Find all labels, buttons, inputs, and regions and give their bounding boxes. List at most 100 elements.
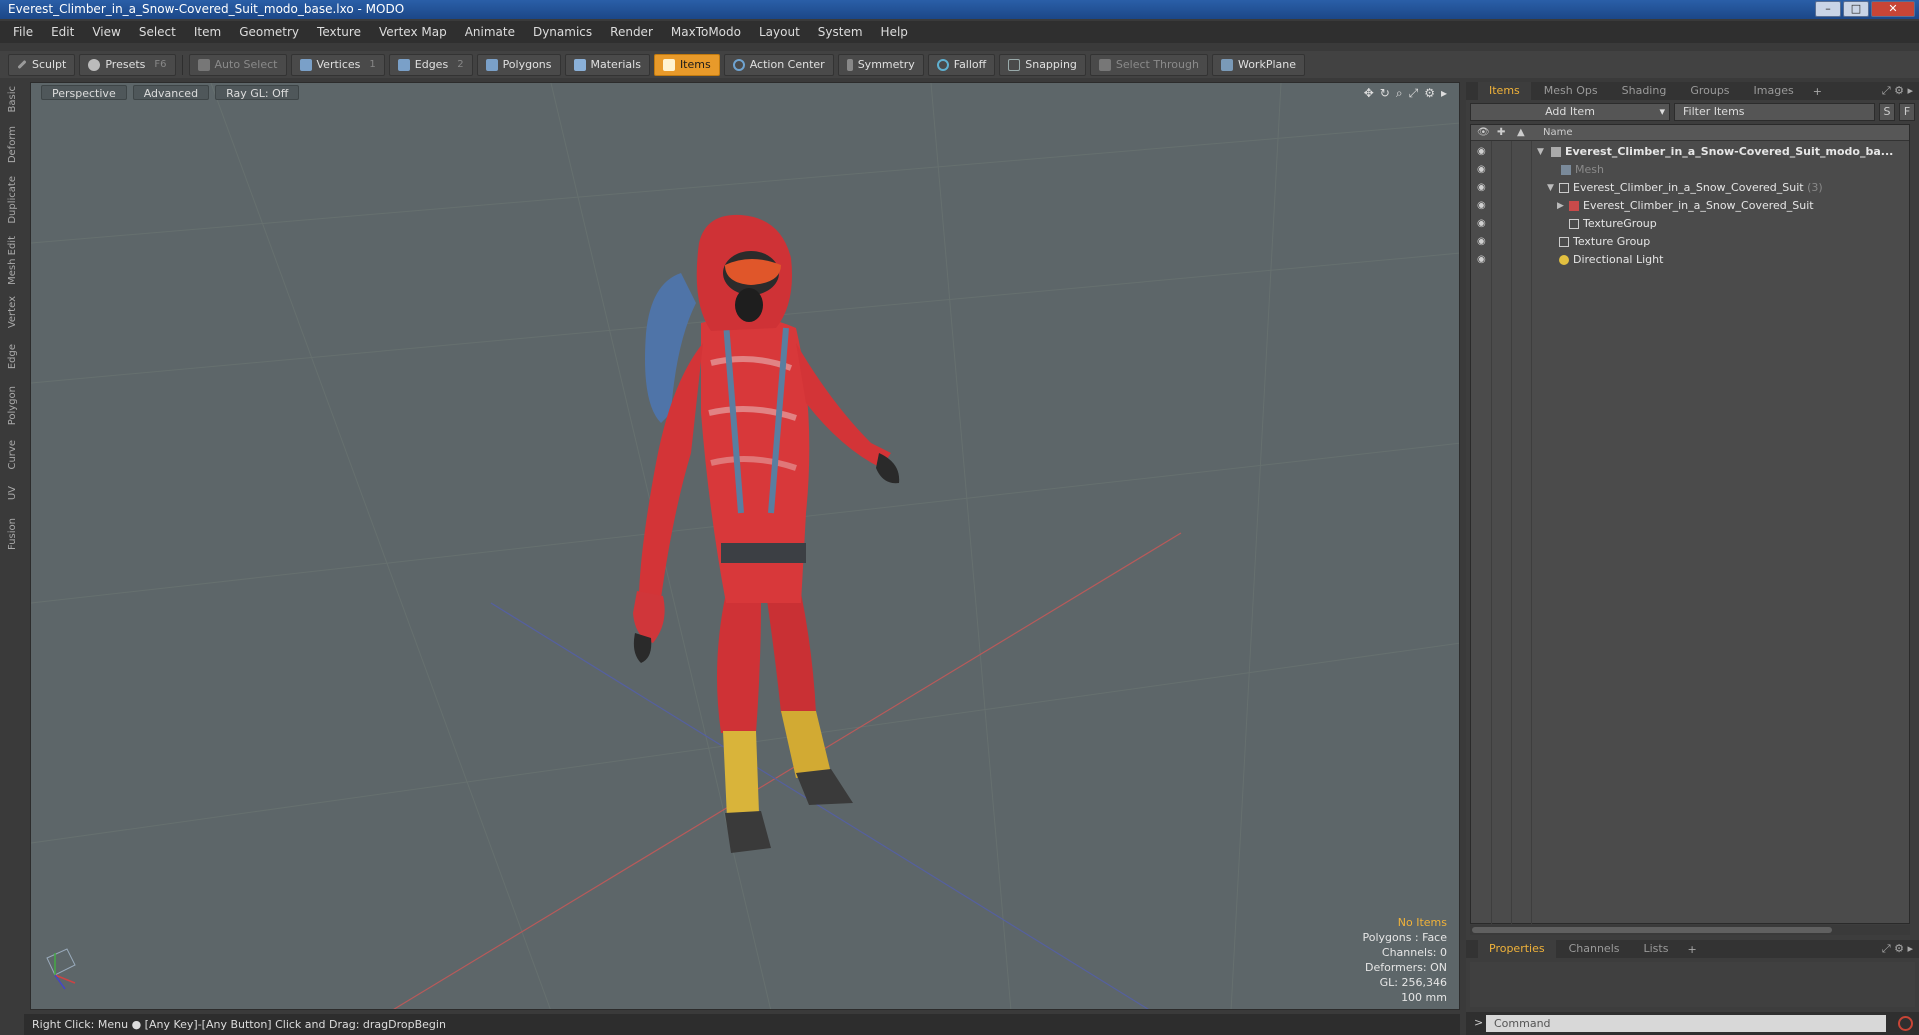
visibility-column-icon[interactable]: 👁	[1477, 125, 1490, 141]
tab-properties[interactable]: Properties	[1478, 940, 1556, 958]
zoom-icon[interactable]: ⌕	[1396, 86, 1403, 101]
list-item-group[interactable]: ◉ ▼ Everest_Climber_in_a_Snow_Covered_Su…	[1471, 179, 1909, 197]
menu-vertex-map[interactable]: Vertex Map	[370, 25, 456, 39]
visibility-eye-icon[interactable]: ◉	[1477, 143, 1486, 161]
tab-items[interactable]: Items	[1478, 82, 1531, 100]
vertices-icon	[299, 58, 312, 71]
menu-view[interactable]: View	[83, 25, 129, 39]
window-title: Everest_Climber_in_a_Snow-Covered_Suit_m…	[8, 2, 405, 16]
select-through-button[interactable]: Select Through	[1089, 53, 1208, 76]
3d-viewport[interactable]: Perspective Advanced Ray GL: Off ✥ ↻ ⌕ ⤢…	[30, 82, 1460, 1010]
menu-layout[interactable]: Layout	[750, 25, 809, 39]
menu-item[interactable]: Item	[185, 25, 230, 39]
tab-mesh-edit[interactable]: Mesh Edit	[0, 236, 24, 288]
symmetry-button[interactable]: Symmetry	[837, 53, 924, 76]
menu-system[interactable]: System	[809, 25, 872, 39]
menu-geometry[interactable]: Geometry	[230, 25, 308, 39]
tab-polygon[interactable]: Polygon	[0, 386, 24, 432]
tab-duplicate[interactable]: Duplicate	[0, 176, 24, 228]
materials-button[interactable]: Materials	[564, 53, 650, 76]
menu-edit[interactable]: Edit	[42, 25, 83, 39]
command-input[interactable]: Command	[1486, 1015, 1886, 1032]
visibility-eye-icon[interactable]: ◉	[1477, 161, 1486, 179]
add-item-dropdown[interactable]: Add Item ▾	[1470, 103, 1670, 121]
items-button[interactable]: Items	[653, 53, 720, 76]
filter-s-button[interactable]: S	[1879, 103, 1895, 121]
falloff-button[interactable]: Falloff	[927, 53, 996, 76]
maximize-viewport-icon[interactable]: ⤢	[1409, 86, 1419, 101]
tab-lists[interactable]: Lists	[1633, 940, 1680, 958]
minimize-button[interactable]: –	[1815, 1, 1841, 17]
shading-mode-dropdown[interactable]: Advanced	[132, 85, 210, 100]
polygons-button[interactable]: Polygons	[476, 53, 561, 76]
menu-help[interactable]: Help	[872, 25, 917, 39]
filter-items-input[interactable]: Filter Items	[1674, 103, 1875, 121]
list-item-mesh-child[interactable]: ◉ ▶ Everest_Climber_in_a_Snow_Covered_Su…	[1471, 197, 1909, 215]
rotate-icon[interactable]: ↻	[1380, 86, 1390, 101]
tab-channels[interactable]: Channels	[1558, 940, 1631, 958]
falloff-icon	[936, 58, 949, 71]
sculpt-button[interactable]: Sculpt	[8, 53, 76, 76]
tab-images[interactable]: Images	[1743, 82, 1805, 100]
presets-button[interactable]: Presets F6	[79, 53, 176, 76]
tab-mesh-ops[interactable]: Mesh Ops	[1533, 82, 1609, 100]
type-column-icon[interactable]: ▲	[1517, 125, 1525, 141]
viewport-menu-icon[interactable]: ▸	[1441, 86, 1447, 101]
visibility-eye-icon[interactable]: ◉	[1477, 179, 1486, 197]
edges-button[interactable]: Edges 2	[388, 53, 473, 76]
add-tab-icon[interactable]: +	[1807, 85, 1828, 98]
collapse-arrow-icon[interactable]: ▶	[1557, 197, 1564, 215]
channels-readout: Channels: 0	[1381, 946, 1447, 959]
list-item-texture-group[interactable]: ◉ Texture Group	[1471, 233, 1909, 251]
tab-deform[interactable]: Deform	[0, 126, 24, 168]
close-button[interactable]: ✕	[1871, 1, 1915, 17]
expand-arrow-icon[interactable]: ▼	[1547, 179, 1554, 197]
workplane-button[interactable]: WorkPlane	[1211, 53, 1305, 76]
menu-render[interactable]: Render	[601, 25, 662, 39]
auto-select-button[interactable]: Auto Select	[188, 53, 287, 76]
item-list-scrollbar[interactable]	[1470, 925, 1910, 935]
scrollbar-thumb[interactable]	[1472, 927, 1832, 933]
menu-dynamics[interactable]: Dynamics	[524, 25, 601, 39]
tab-fusion[interactable]: Fusion	[0, 518, 24, 560]
menu-texture[interactable]: Texture	[308, 25, 370, 39]
visibility-eye-icon[interactable]: ◉	[1477, 215, 1486, 233]
visibility-eye-icon[interactable]: ◉	[1477, 197, 1486, 215]
add-tab-icon[interactable]: +	[1681, 943, 1702, 956]
lock-column-icon[interactable]: ✚	[1497, 125, 1505, 141]
viewport-settings-icon[interactable]: ⚙	[1424, 86, 1435, 101]
tab-curve[interactable]: Curve	[0, 440, 24, 478]
visibility-eye-icon[interactable]: ◉	[1477, 233, 1486, 251]
filter-f-button[interactable]: F	[1899, 103, 1915, 121]
snapping-button[interactable]: Snapping	[999, 53, 1086, 76]
tab-edge[interactable]: Edge	[0, 344, 24, 378]
raygl-toggle[interactable]: Ray GL: Off	[215, 85, 300, 100]
tab-uv[interactable]: UV	[0, 486, 24, 510]
visibility-eye-icon[interactable]: ◉	[1477, 251, 1486, 269]
polygons-readout: Polygons : Face	[1362, 931, 1447, 944]
tab-vertex[interactable]: Vertex	[0, 296, 24, 336]
menu-file[interactable]: File	[4, 25, 42, 39]
maximize-button[interactable]: □	[1843, 1, 1869, 17]
list-item-texturegroup[interactable]: ◉ TextureGroup	[1471, 215, 1909, 233]
list-item-directional-light[interactable]: ◉ Directional Light	[1471, 251, 1909, 269]
polygons-icon	[485, 58, 498, 71]
action-center-button[interactable]: Action Center	[723, 53, 834, 76]
vertices-button[interactable]: Vertices 1	[290, 53, 385, 76]
list-item-scene[interactable]: ◉ ▼ Everest_Climber_in_a_Snow-Covered_Su…	[1471, 143, 1909, 161]
panel-options-icon[interactable]: ⤢ ⚙ ▸	[1882, 942, 1913, 956]
expand-arrow-icon[interactable]: ▼	[1537, 143, 1544, 161]
tab-basic[interactable]: Basic	[0, 86, 24, 118]
pan-icon[interactable]: ✥	[1364, 86, 1374, 101]
climber-legs	[717, 593, 853, 853]
name-column-header[interactable]: Name	[1543, 125, 1573, 141]
list-item-mesh[interactable]: ◉ Mesh	[1471, 161, 1909, 179]
tab-groups[interactable]: Groups	[1679, 82, 1740, 100]
panel-options-icon[interactable]: ⤢ ⚙ ▸	[1882, 84, 1913, 98]
view-mode-dropdown[interactable]: Perspective	[41, 85, 127, 100]
menu-select[interactable]: Select	[130, 25, 185, 39]
menu-maxtomodo[interactable]: MaxToModo	[662, 25, 750, 39]
menu-animate[interactable]: Animate	[456, 25, 524, 39]
command-run-icon[interactable]	[1898, 1016, 1913, 1031]
tab-shading[interactable]: Shading	[1611, 82, 1678, 100]
